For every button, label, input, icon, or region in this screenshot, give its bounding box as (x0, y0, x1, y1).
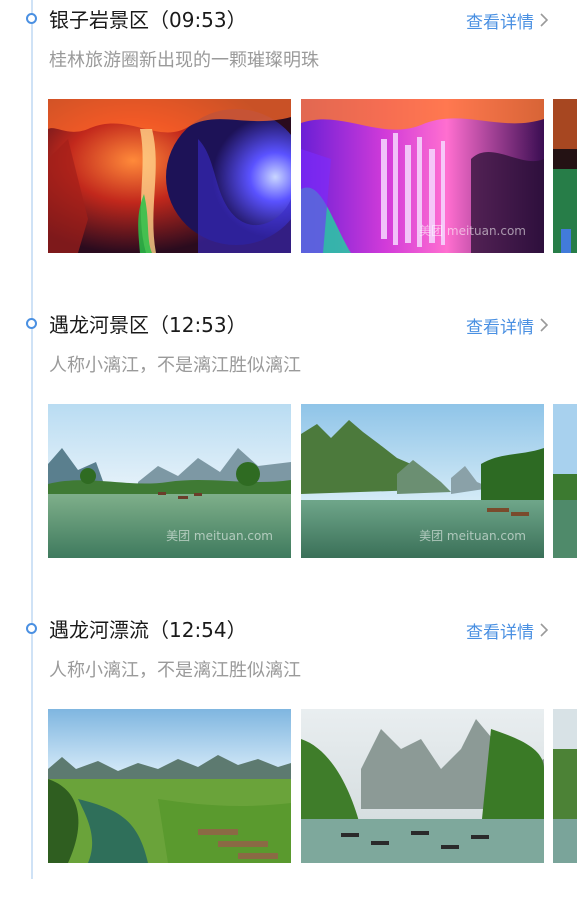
stop-title: 遇龙河景区（12:53） (49, 313, 247, 337)
view-details-label: 查看详情 (466, 12, 534, 33)
timeline-stop: 遇龙河景区（12:53） 查看详情 人称小漓江，不是漓江胜似漓江 美团 meit… (0, 305, 577, 605)
rafting-photo[interactable] (553, 709, 577, 863)
cave-photo[interactable] (48, 99, 291, 253)
cave-photo[interactable]: 美团 meituan.com (301, 99, 544, 253)
stop-subtitle: 人称小漓江，不是漓江胜似漓江 (49, 355, 301, 376)
chevron-right-icon (540, 13, 548, 27)
river-photo[interactable]: 美团 meituan.com (301, 404, 544, 558)
timeline-stop: 银子岩景区（09:53） 查看详情 桂林旅游圈新出现的一颗璀璨明珠 美团 mei… (0, 0, 577, 300)
view-details-link[interactable]: 查看详情 (466, 310, 548, 340)
river-photo[interactable] (553, 404, 577, 558)
stop-title: 银子岩景区（09:53） (49, 8, 247, 32)
rafting-photo[interactable] (48, 709, 291, 863)
photo-watermark: 美团 meituan.com (419, 224, 526, 238)
view-details-link[interactable]: 查看详情 (466, 615, 548, 645)
photo-strip[interactable] (48, 709, 577, 863)
photo-strip[interactable]: 美团 meituan.com (48, 404, 577, 558)
timeline-dot-icon (26, 13, 37, 24)
timeline-dot-icon (26, 623, 37, 634)
view-details-link[interactable]: 查看详情 (466, 5, 548, 35)
photo-watermark: 美团 meituan.com (166, 529, 273, 543)
stop-title: 遇龙河漂流（12:54） (49, 618, 247, 642)
view-details-label: 查看详情 (466, 622, 534, 643)
chevron-right-icon (540, 318, 548, 332)
timeline-dot-icon (26, 318, 37, 329)
view-details-label: 查看详情 (466, 317, 534, 338)
photo-watermark: 美团 meituan.com (419, 529, 526, 543)
rafting-photo[interactable] (301, 709, 544, 863)
cave-photo[interactable] (553, 99, 577, 253)
timeline-stop: 遇龙河漂流（12:54） 查看详情 人称小漓江，不是漓江胜似漓江 (0, 610, 577, 910)
chevron-right-icon (540, 623, 548, 637)
photo-strip[interactable]: 美团 meituan.com (48, 99, 577, 253)
river-photo[interactable]: 美团 meituan.com (48, 404, 291, 558)
stop-subtitle: 人称小漓江，不是漓江胜似漓江 (49, 660, 301, 681)
stop-subtitle: 桂林旅游圈新出现的一颗璀璨明珠 (49, 50, 319, 71)
